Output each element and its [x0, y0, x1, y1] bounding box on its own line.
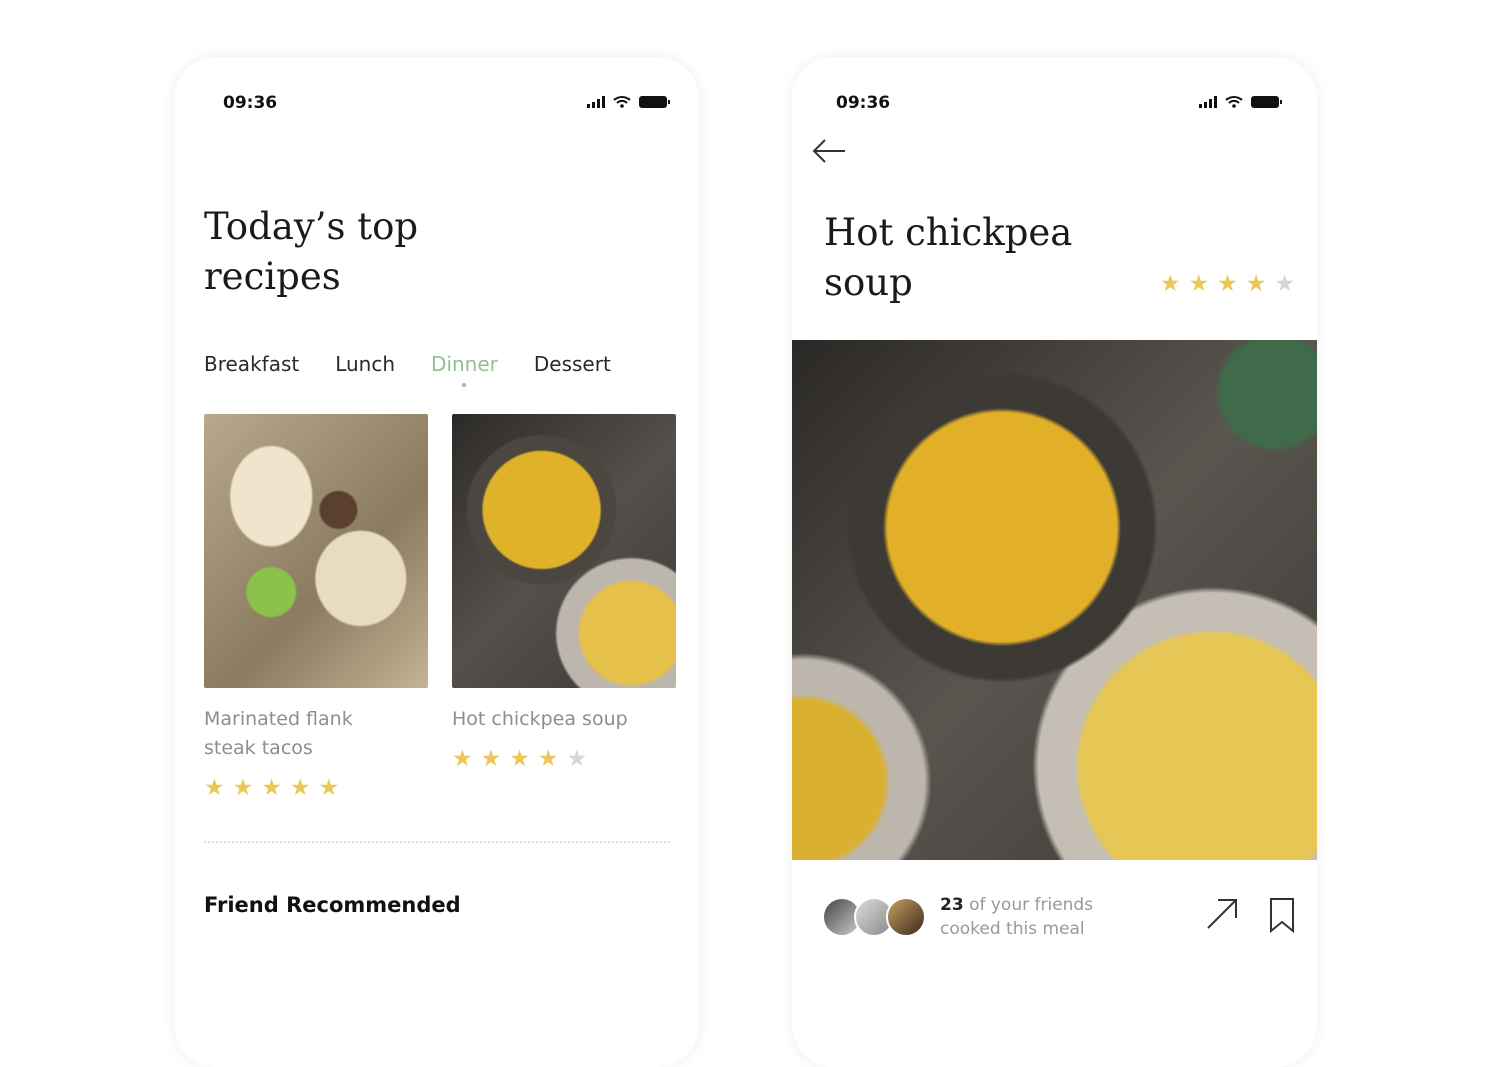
back-arrow-icon[interactable]	[812, 137, 846, 165]
status-time: 09:36	[223, 93, 278, 113]
signal-icon	[1199, 95, 1217, 108]
star-icon: ★	[232, 775, 254, 801]
divider	[204, 841, 670, 843]
active-tab-indicator	[462, 383, 467, 387]
recipe-title: Marinated flank steak tacos	[204, 708, 353, 759]
share-arrow-icon[interactable]	[1205, 897, 1239, 931]
category-tabs: Breakfast Lunch Dinner Dessert	[204, 352, 611, 387]
star-icon: ★	[1245, 271, 1267, 297]
rating-stars: ★ ★ ★ ★ ★	[204, 777, 428, 800]
avatar	[886, 897, 926, 937]
battery-icon	[639, 95, 670, 108]
wifi-icon	[613, 96, 631, 108]
star-icon: ★	[537, 746, 559, 772]
page-title: Today’s top recipes	[204, 205, 419, 298]
star-icon: ★	[452, 746, 473, 772]
status-time: 09:36	[836, 93, 891, 113]
section-title: Friend Recommended	[204, 893, 461, 917]
tab-breakfast[interactable]: Breakfast	[204, 352, 299, 376]
home-screen: 09:36 Today’s top recipes Breakfast Lunch…	[174, 57, 699, 1067]
rating-stars: ★ ★ ★ ★ ★	[452, 748, 676, 771]
star-icon: ★	[1188, 271, 1210, 297]
status-icons	[587, 95, 670, 108]
star-icon: ★	[1159, 271, 1181, 297]
recipe-image	[204, 414, 428, 688]
star-icon: ★	[318, 775, 340, 801]
recipe-detail-screen: 09:36 Hot chickpea soup ★ ★ ★ ★ ★ 23 of your …	[792, 57, 1317, 1067]
star-icon: ★	[480, 746, 502, 772]
recipe-title: Hot chickpea soup	[824, 211, 1073, 304]
battery-icon	[1251, 95, 1282, 108]
friends-cooked[interactable]: 23 of your friends cooked this meal	[822, 893, 1093, 941]
star-icon: ★	[289, 775, 311, 801]
signal-icon	[587, 95, 605, 108]
rating-stars: ★ ★ ★ ★ ★	[1160, 273, 1295, 296]
recipe-hero-image	[792, 340, 1317, 860]
star-icon: ★	[204, 775, 225, 801]
tab-dessert[interactable]: Dessert	[534, 352, 611, 376]
star-empty-icon: ★	[566, 746, 588, 772]
bookmark-icon[interactable]	[1269, 897, 1295, 933]
recipe-title: Hot chickpea soup	[452, 708, 628, 730]
status-icons	[1199, 95, 1282, 108]
tab-dinner[interactable]: Dinner	[431, 352, 498, 387]
recipe-card-tacos[interactable]: Marinated flank steak tacos ★ ★ ★ ★ ★	[204, 414, 428, 800]
tab-lunch[interactable]: Lunch	[335, 352, 395, 376]
star-empty-icon: ★	[1274, 271, 1295, 297]
recipe-image	[452, 414, 676, 688]
wifi-icon	[1225, 96, 1243, 108]
star-icon: ★	[1217, 271, 1238, 297]
friends-text: 23 of your friends cooked this meal	[940, 895, 1094, 939]
star-icon: ★	[509, 746, 530, 772]
recipe-card-soup[interactable]: Hot chickpea soup ★ ★ ★ ★ ★	[452, 414, 676, 771]
star-icon: ★	[261, 775, 282, 801]
